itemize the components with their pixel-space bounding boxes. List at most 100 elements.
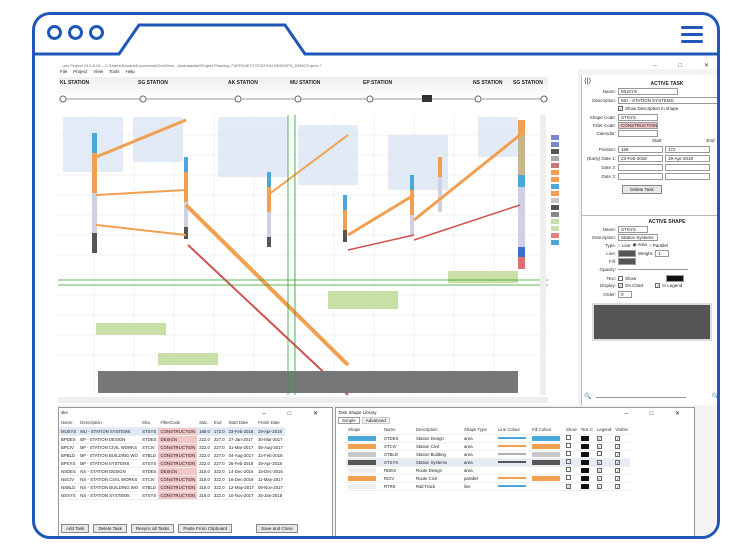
shape-name-field[interactable]: STSYS — [618, 226, 648, 233]
text-colour-picker[interactable] — [666, 275, 685, 282]
show-checkbox[interactable] — [566, 467, 571, 472]
text-colour-swatch[interactable] — [580, 435, 589, 441]
list-item[interactable]: STSYS Station Systems area ✓ ✓ — [346, 458, 630, 467]
table-row[interactable]: NSSYS NS - STATION SYSTEMS STSYS CONSTRUCTI… — [59, 491, 285, 500]
legend-checkbox[interactable]: ✓ — [596, 435, 602, 441]
date2-start-field[interactable] — [618, 164, 663, 171]
line-colour-swatch[interactable] — [498, 453, 526, 456]
col-line-colour[interactable]: Line Colour — [496, 426, 530, 435]
text-colour-swatch[interactable] — [580, 467, 589, 473]
show-checkbox[interactable] — [566, 443, 571, 448]
fill-colour-swatch[interactable] — [532, 475, 560, 481]
window-controls[interactable]: – □ ✕ — [654, 62, 717, 69]
tab-simple[interactable]: Simple — [338, 417, 360, 424]
legend-checkbox[interactable]: ✓ — [596, 459, 602, 465]
in-legend-checkbox[interactable]: ✓ — [655, 283, 661, 288]
text-colour-swatch[interactable] — [580, 443, 589, 449]
delete-task-list-button[interactable]: Delete Task — [93, 524, 127, 533]
shape-desc-field[interactable]: Station Systems — [618, 234, 658, 241]
legend-checkbox[interactable]: ✓ — [596, 443, 602, 449]
order-field[interactable]: 0 — [618, 291, 632, 298]
show-checkbox[interactable] — [566, 475, 571, 480]
position-end-field[interactable]: 172 — [665, 146, 710, 153]
col-name[interactable]: Name — [59, 419, 79, 428]
fill-colour-swatch[interactable] — [532, 435, 560, 441]
list-item[interactable]: STCIV Station Civil area ✓ ✓ — [346, 442, 630, 451]
position-start-field[interactable]: 168 — [618, 146, 663, 153]
list-item[interactable]: RTRK Rail Track line ✓ ✓ ✓ — [346, 482, 630, 491]
nav-arrows-icon[interactable]: ⟨|⟩ — [584, 77, 591, 85]
table-row[interactable]: NSDES NS - STATION DESIGN STDES DESIGN 318.0… — [59, 467, 285, 476]
col-end[interactable]: End — [211, 419, 227, 428]
col-visible[interactable]: Visible — [613, 426, 630, 435]
fill-colour-swatch[interactable] — [532, 484, 560, 489]
col-shape[interactable]: Sha. — [140, 419, 159, 428]
show-checkbox[interactable] — [566, 451, 571, 456]
shape-code-select[interactable]: STSYS — [618, 114, 658, 121]
line-colour-swatch[interactable] — [498, 485, 526, 488]
list-item[interactable]: RCIV Route Civil parallel ✓ ✓ — [346, 474, 630, 483]
col-shape-type[interactable]: Shape Type — [462, 426, 496, 435]
fill-colour-swatch[interactable] — [532, 451, 560, 457]
on-chart-checkbox[interactable]: ✓ — [618, 283, 623, 288]
col-filter[interactable]: FilterCode — [158, 419, 198, 428]
col-description[interactable]: Description — [78, 419, 141, 428]
visible-checkbox[interactable]: ✓ — [615, 459, 621, 465]
hamburger-menu-icon[interactable] — [681, 26, 703, 44]
col-shape-preview[interactable]: Shape — [346, 426, 382, 435]
list-item[interactable]: STDES Station Design area ✓ ✓ — [346, 434, 630, 443]
add-task-button[interactable]: Add Task — [61, 524, 90, 533]
delete-task-button[interactable]: Delete Task — [622, 185, 662, 194]
paste-clipboard-button[interactable]: Paste From Clipboard — [178, 524, 233, 533]
line-colour-swatch[interactable] — [498, 437, 526, 440]
fill-colour-swatch[interactable] — [532, 443, 560, 449]
col-legend[interactable]: Legend — [594, 426, 614, 435]
visible-checkbox[interactable]: ✓ — [615, 435, 621, 441]
table-row[interactable]: NSCIV NS - STATION CIVIL WORKS STCIV CONSTR… — [59, 475, 285, 484]
date3-end-field[interactable] — [665, 173, 710, 180]
table-row[interactable]: NSBLD NS - STATION BUILDING WO STBLD CONSTR… — [59, 483, 285, 492]
date3-start-field[interactable] — [618, 173, 663, 180]
zoom-in-icon[interactable]: 🔍 — [712, 393, 717, 400]
task-desc-field[interactable]: MU - STATION SYSTEMS — [618, 97, 717, 104]
date2-end-field[interactable] — [665, 164, 710, 171]
visible-checkbox[interactable]: ✓ — [615, 443, 621, 449]
col-text-colour[interactable]: Text C — [578, 426, 595, 435]
visible-checkbox[interactable]: ✓ — [615, 467, 621, 473]
opacity-slider[interactable] — [618, 269, 688, 270]
table-row[interactable]: BPSYS BP - STATION SYSTEMS STSYS CONSTRUCTI… — [59, 459, 285, 468]
filter-code-select[interactable]: CONSTRUCTION — [618, 122, 658, 129]
save-close-button[interactable]: Save and Close — [256, 524, 298, 533]
calendar-select[interactable] — [618, 130, 658, 137]
library-window-controls[interactable]: – □ ✕ — [625, 410, 690, 417]
weight-field[interactable]: 1 — [655, 250, 670, 257]
col-show[interactable]: Show — [564, 426, 579, 435]
text-colour-swatch[interactable] — [580, 451, 589, 457]
text-colour-swatch[interactable] — [580, 483, 589, 489]
zoom-slider[interactable] — [596, 397, 686, 398]
text-show-checkbox[interactable] — [618, 276, 623, 281]
type-line-radio[interactable]: ○ Line — [618, 243, 630, 248]
list-item[interactable]: STBLD Station Building area ✓ — [346, 450, 630, 459]
line-colour-swatch[interactable] — [498, 445, 526, 448]
fill-colour-swatch[interactable] — [532, 459, 560, 465]
line-colour-swatch[interactable] — [498, 461, 526, 464]
tab-advanced[interactable]: Advanced — [361, 417, 390, 424]
line-colour-picker[interactable] — [618, 250, 636, 257]
legend-checkbox[interactable] — [596, 451, 602, 456]
table-row[interactable]: BPBLD BP - STATION BUILDING WO STBLD CONSTR… — [59, 451, 285, 460]
show-checkbox[interactable] — [566, 435, 571, 440]
show-checkbox[interactable] — [566, 459, 571, 464]
list-item[interactable]: RDES Route Design area ✓ ✓ — [346, 466, 630, 475]
show-desc-checkbox[interactable]: ✓ — [618, 106, 623, 111]
line-colour-swatch[interactable] — [498, 477, 526, 480]
legend-checkbox[interactable]: ✓ — [596, 483, 602, 489]
col-start[interactable]: Star. — [197, 419, 212, 428]
col-finish-date[interactable]: Finish Date — [255, 419, 285, 428]
table-row[interactable]: MUSYS MU - STATION SYSTEMS STSYS CONSTRUCTI… — [59, 427, 285, 436]
col-start-date[interactable]: Start Date — [226, 419, 256, 428]
date1-end-field[interactable]: 19-Apr-2018 — [665, 155, 710, 162]
line-colour-swatch[interactable] — [498, 469, 526, 471]
zoom-out-icon[interactable]: 🔍 — [584, 393, 591, 400]
time-distance-chart[interactable]: KL STATION SG STATION AK STATION MU STAT… — [58, 75, 578, 405]
